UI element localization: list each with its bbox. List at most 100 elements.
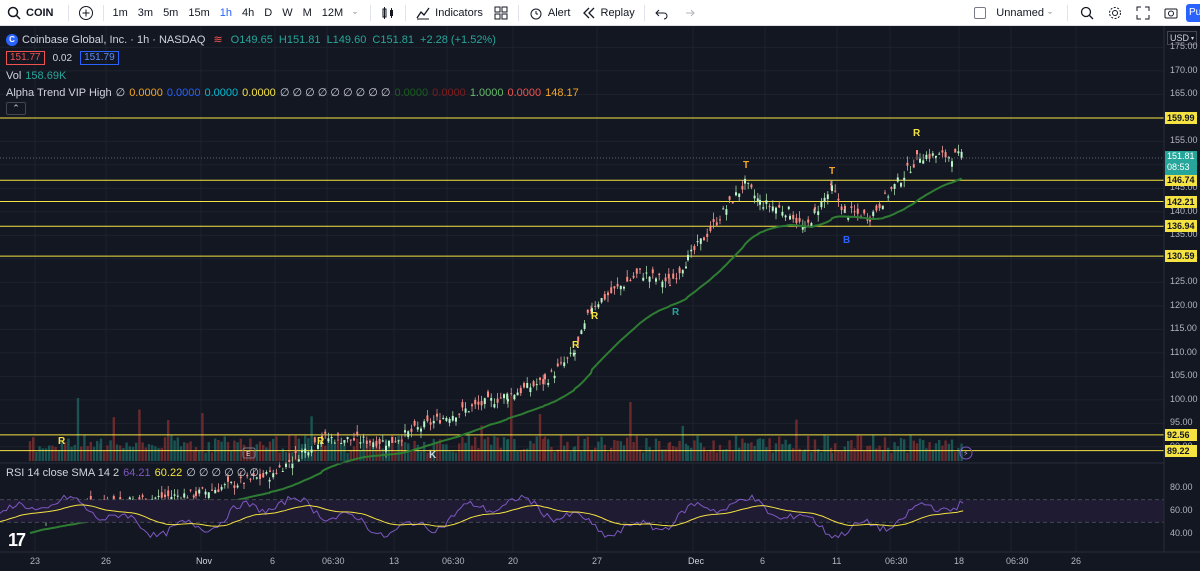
time-tick-label: 06:30 bbox=[885, 556, 908, 566]
price-chart[interactable]: ⚡ E bbox=[0, 26, 1200, 571]
layout-checkbox[interactable] bbox=[974, 6, 987, 19]
candle-body bbox=[872, 211, 875, 216]
volume-bar bbox=[35, 451, 38, 461]
volume-bar bbox=[493, 436, 496, 461]
price-tick-label: 100.00 bbox=[1170, 393, 1198, 404]
buy-price-button[interactable]: 151.79 bbox=[80, 51, 119, 65]
candle-body bbox=[719, 219, 721, 221]
candle-body bbox=[616, 283, 619, 287]
interval-15m[interactable]: 15m bbox=[183, 0, 214, 25]
chart-type-button[interactable] bbox=[375, 0, 401, 25]
candle-body bbox=[220, 487, 223, 490]
interval-4h[interactable]: 4h bbox=[237, 0, 259, 25]
candle-body bbox=[906, 162, 909, 166]
candle-body bbox=[243, 483, 245, 485]
replay-button[interactable]: Replay bbox=[576, 0, 640, 25]
earnings-glyph: E bbox=[246, 450, 250, 458]
templates-button[interactable] bbox=[488, 0, 514, 25]
volume-bar bbox=[774, 443, 778, 461]
candle-body bbox=[817, 211, 820, 216]
last-price-tag: 151.81 08:53 bbox=[1165, 151, 1197, 175]
publish-button[interactable]: Pu bbox=[1186, 3, 1200, 22]
candle-body bbox=[807, 219, 810, 223]
sell-price-button[interactable]: 151.77 bbox=[6, 51, 45, 65]
interval-W[interactable]: W bbox=[277, 0, 297, 25]
volume-bar bbox=[470, 445, 474, 461]
toolbar-right: Unnamed Pu bbox=[969, 0, 1200, 25]
candle-body bbox=[826, 194, 829, 200]
candle-body bbox=[912, 164, 915, 168]
interval-1h[interactable]: 1h bbox=[215, 0, 237, 25]
candle-body bbox=[214, 490, 217, 494]
candle-body bbox=[432, 420, 435, 424]
volume-bar bbox=[80, 446, 83, 461]
candle-body bbox=[223, 484, 226, 486]
interval-1m[interactable]: 1m bbox=[108, 0, 133, 25]
candle-body bbox=[875, 205, 878, 211]
collapse-legend-button[interactable]: ⌃ bbox=[6, 102, 26, 115]
signal-label: R bbox=[317, 436, 325, 447]
candle-body bbox=[526, 382, 529, 388]
volume-bar bbox=[486, 437, 490, 461]
candle-body bbox=[154, 497, 157, 499]
symbol-title[interactable]: Coinbase Global, Inc. · 1h · NASDAQ bbox=[22, 34, 205, 46]
volume-bar bbox=[893, 442, 896, 461]
compare-button[interactable] bbox=[73, 0, 99, 25]
signal-label: R bbox=[591, 311, 599, 322]
volume-bar bbox=[645, 438, 648, 461]
quick-search-button[interactable] bbox=[1074, 0, 1100, 25]
candle-body bbox=[510, 393, 513, 395]
candle-body bbox=[141, 495, 144, 497]
volume-bar bbox=[648, 447, 651, 461]
volume-value: 158.69K bbox=[25, 70, 67, 82]
undo-button[interactable] bbox=[649, 0, 675, 25]
candle-body bbox=[619, 285, 622, 290]
alert-button[interactable]: Alert bbox=[523, 0, 576, 25]
candle-body bbox=[642, 277, 645, 281]
interval-5m[interactable]: 5m bbox=[158, 0, 183, 25]
candle-body bbox=[814, 207, 816, 210]
redo-button[interactable] bbox=[675, 0, 701, 25]
candle-body bbox=[458, 413, 461, 415]
interval-M[interactable]: M bbox=[298, 0, 317, 25]
candle-body bbox=[678, 267, 681, 274]
candle-body bbox=[204, 491, 207, 495]
settings-button[interactable] bbox=[1102, 0, 1128, 25]
fullscreen-button[interactable] bbox=[1130, 0, 1156, 25]
chevron-down-icon bbox=[353, 11, 357, 14]
volume-label[interactable]: Vol bbox=[6, 70, 21, 82]
interval-12M[interactable]: 12M bbox=[317, 0, 348, 25]
candle-body bbox=[957, 151, 960, 154]
candle-body bbox=[896, 177, 899, 182]
indicators-button[interactable]: Indicators bbox=[410, 0, 488, 25]
volume-bar bbox=[795, 419, 798, 461]
symbol-search[interactable]: COIN bbox=[0, 0, 64, 25]
interval-3m[interactable]: 3m bbox=[133, 0, 158, 25]
volume-bar bbox=[654, 438, 658, 461]
volume-bar bbox=[167, 419, 170, 461]
candle-body bbox=[699, 238, 702, 244]
volume-bar bbox=[583, 438, 586, 461]
candle-body bbox=[313, 437, 316, 443]
candle-body bbox=[667, 273, 670, 279]
interval-dropdown-button[interactable] bbox=[348, 0, 366, 25]
alpha-value-0: ∅ bbox=[115, 87, 126, 99]
candle-body bbox=[394, 441, 397, 443]
alert-label: Alert bbox=[547, 6, 571, 19]
interval-D[interactable]: D bbox=[259, 0, 277, 25]
candle-body bbox=[922, 160, 925, 164]
snapshot-button[interactable] bbox=[1158, 0, 1184, 25]
bid-ask-row: 151.77 0.02 151.79 bbox=[6, 51, 119, 65]
volume-bar bbox=[642, 452, 645, 461]
volume-bar bbox=[807, 435, 810, 461]
volume-bar bbox=[931, 449, 934, 461]
candle-body bbox=[513, 394, 516, 400]
rsi-label[interactable]: RSI 14 close SMA 14 2 bbox=[6, 467, 119, 479]
volume-bar bbox=[128, 446, 131, 461]
layout-button[interactable]: Unnamed bbox=[969, 0, 1061, 25]
candle-body bbox=[516, 392, 519, 396]
candle-body bbox=[445, 417, 448, 421]
alpha-trend-label[interactable]: Alpha Trend VIP High bbox=[6, 87, 112, 99]
candle-body bbox=[499, 397, 502, 399]
candle-body bbox=[574, 353, 576, 355]
